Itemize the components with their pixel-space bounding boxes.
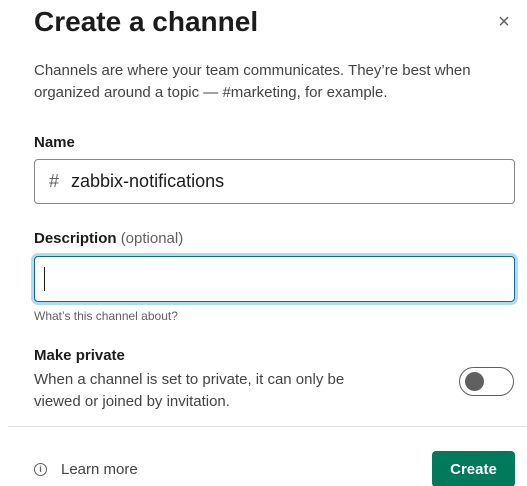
make-private-title: Make private	[34, 347, 125, 364]
name-label: Name	[34, 134, 75, 151]
channel-name-value: zabbix-notifications	[71, 171, 225, 191]
footer-divider	[8, 426, 527, 427]
toggle-knob	[465, 372, 484, 391]
close-icon[interactable]: ×	[492, 10, 516, 34]
description-label-text: Description	[34, 230, 117, 247]
description-label: Description (optional)	[34, 229, 183, 249]
learn-more-label: Learn more	[61, 461, 138, 478]
learn-more-link[interactable]: i Learn more	[34, 461, 138, 478]
hash-prefix: #	[49, 171, 60, 191]
optional-tag: (optional)	[120, 230, 184, 247]
create-button[interactable]: Create	[432, 451, 515, 486]
description-hint: What’s this channel about?	[34, 309, 178, 323]
text-cursor	[44, 267, 45, 291]
info-icon: i	[34, 463, 47, 476]
modal-title: Create a channel	[34, 6, 259, 37]
make-private-toggle[interactable]	[459, 367, 514, 396]
channel-name-input[interactable]: # zabbix-notifications	[34, 159, 515, 204]
make-private-description: When a channel is set to private, it can…	[34, 371, 345, 410]
description-input[interactable]	[34, 256, 515, 302]
modal-intro-text: Channels are where your team communicate…	[34, 62, 471, 101]
create-channel-modal: Create a channel × Channels are where yo…	[0, 0, 527, 486]
